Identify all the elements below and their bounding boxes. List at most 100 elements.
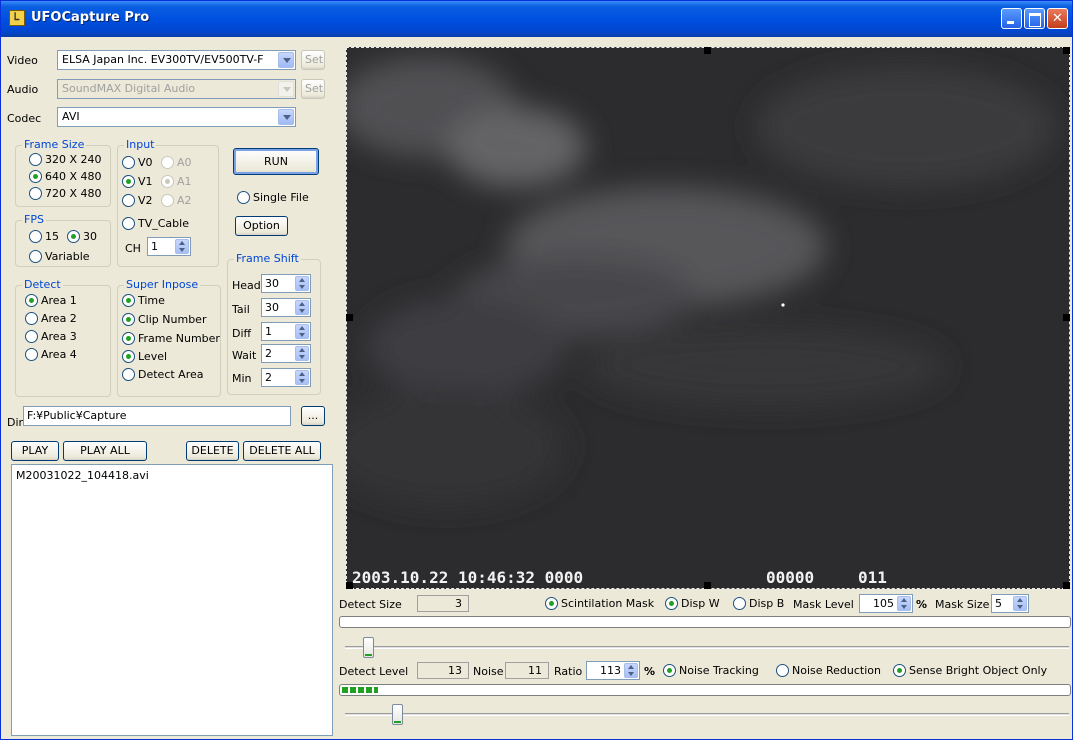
input-a0[interactable]: A0: [161, 156, 192, 171]
disp-w-radio[interactable]: Disp W: [665, 597, 720, 612]
disp-b-radio[interactable]: Disp B: [733, 597, 784, 612]
mask-size-stepper[interactable]: 5: [991, 594, 1029, 613]
detect-area-1[interactable]: Area 1: [25, 294, 77, 309]
codec-value: AVI: [62, 110, 80, 123]
inpose-frame-number[interactable]: Frame Number: [122, 332, 220, 347]
wait-label: Wait: [232, 349, 257, 362]
spin-arrows-icon[interactable]: [175, 239, 189, 254]
video-select[interactable]: ELSA Japan Inc. EV300TV/EV500TV-F: [57, 50, 296, 70]
sense-bright-radio[interactable]: Sense Bright Object Only: [893, 664, 1047, 679]
detect-level-value: 13: [417, 662, 469, 679]
mask-level-stepper[interactable]: 105: [859, 594, 913, 613]
frame-size-720-label: 720 X 480: [45, 187, 102, 200]
head-value: 30: [265, 277, 279, 290]
detect-size-slider-track[interactable]: [345, 646, 1069, 649]
resize-handle[interactable]: [704, 47, 711, 54]
detect-size-slider-thumb[interactable]: [363, 637, 374, 658]
detect-area-2[interactable]: Area 2: [25, 312, 77, 327]
chevron-down-icon[interactable]: [278, 81, 294, 97]
resize-handle[interactable]: [1063, 314, 1070, 321]
app-icon: Ꮮ: [9, 10, 25, 26]
spin-arrows-icon[interactable]: [1013, 596, 1027, 611]
spin-arrows-icon[interactable]: [295, 300, 309, 315]
file-list[interactable]: M20031022_104418.avi: [11, 464, 333, 736]
video-preview[interactable]: 2003.10.22 10:46:32 0000 00000 011: [346, 47, 1070, 589]
list-item[interactable]: M20031022_104418.avi: [16, 469, 149, 482]
maximize-button[interactable]: [1024, 8, 1045, 29]
wait-stepper[interactable]: 2: [261, 344, 311, 363]
inpose-level[interactable]: Level: [122, 350, 167, 365]
dir-input[interactable]: F:¥Public¥Capture: [23, 406, 291, 426]
single-file-label: Single File: [253, 191, 309, 204]
spin-arrows-icon[interactable]: [295, 324, 309, 339]
ch-stepper[interactable]: 1: [147, 237, 191, 256]
inpose-detect-area[interactable]: Detect Area: [122, 368, 204, 383]
input-v0[interactable]: V0: [122, 156, 153, 171]
audio-set-button[interactable]: Set: [301, 79, 325, 99]
ratio-stepper[interactable]: 113: [586, 661, 640, 680]
delete-button[interactable]: DELETE: [186, 441, 239, 461]
spin-arrows-icon[interactable]: [295, 370, 309, 385]
play-button[interactable]: PLAY: [11, 441, 59, 461]
detect-area-3[interactable]: Area 3: [25, 330, 77, 345]
resize-handle[interactable]: [704, 582, 711, 589]
detect-level-label: Detect Level: [339, 665, 409, 678]
noise-tracking-label: Noise Tracking: [679, 664, 759, 677]
inpose-frame-number-label: Frame Number: [138, 332, 220, 345]
detect-level-slider-track[interactable]: [345, 713, 1069, 716]
frame-size-720[interactable]: 720 X 480: [29, 187, 102, 202]
title-bar[interactable]: Ꮮ UFOCapture Pro ✕: [1, 1, 1072, 37]
spin-arrows-icon[interactable]: [897, 596, 911, 611]
radio-icon: [776, 664, 789, 677]
noise-tracking-radio[interactable]: Noise Tracking: [663, 664, 759, 679]
play-all-button[interactable]: PLAY ALL: [63, 441, 147, 461]
noise-reduction-radio[interactable]: Noise Reduction: [776, 664, 881, 679]
input-a2[interactable]: A2: [161, 194, 192, 209]
spin-arrows-icon[interactable]: [624, 663, 638, 678]
option-button[interactable]: Option: [235, 216, 288, 236]
scintillation-mask-radio[interactable]: Scintilation Mask: [545, 597, 654, 612]
close-icon: ✕: [1052, 11, 1063, 26]
input-tv-cable[interactable]: TV_Cable: [122, 217, 189, 232]
inpose-time[interactable]: Time: [122, 294, 165, 309]
fps-15[interactable]: 15: [29, 230, 59, 245]
detect-area-4[interactable]: Area 4: [25, 348, 77, 363]
radio-icon: [161, 156, 174, 169]
diff-stepper[interactable]: 1: [261, 322, 311, 341]
chevron-down-icon[interactable]: [278, 52, 294, 68]
run-button[interactable]: RUN: [233, 148, 319, 175]
delete-all-button[interactable]: DELETE ALL: [243, 441, 321, 461]
tail-stepper[interactable]: 30: [261, 298, 311, 317]
input-a1[interactable]: A1: [161, 175, 192, 190]
spin-arrows-icon[interactable]: [295, 276, 309, 291]
input-v0-label: V0: [138, 156, 153, 169]
audio-select[interactable]: SoundMAX Digital Audio: [57, 79, 296, 99]
video-set-button[interactable]: Set: [301, 50, 325, 70]
spin-arrows-icon[interactable]: [295, 346, 309, 361]
close-button[interactable]: ✕: [1047, 8, 1068, 29]
fps-variable[interactable]: Variable: [29, 250, 90, 265]
single-file-radio[interactable]: Single File: [237, 191, 309, 206]
browse-button[interactable]: ...: [301, 406, 325, 426]
input-v1[interactable]: V1: [122, 175, 153, 190]
resize-handle[interactable]: [1063, 582, 1070, 589]
fps-30[interactable]: 30: [67, 230, 97, 245]
radio-icon: [665, 597, 678, 610]
inpose-clip-number[interactable]: Clip Number: [122, 313, 206, 328]
input-v2[interactable]: V2: [122, 194, 153, 209]
detect-level-slider-thumb[interactable]: [392, 704, 403, 725]
radio-icon: [733, 597, 746, 610]
frame-size-640[interactable]: 640 X 480: [29, 170, 102, 185]
head-stepper[interactable]: 30: [261, 274, 311, 293]
frame-size-320[interactable]: 320 X 240: [29, 153, 102, 168]
chevron-down-icon[interactable]: [278, 109, 294, 125]
ratio-percent: %: [644, 665, 656, 678]
codec-select[interactable]: AVI: [57, 107, 296, 127]
radio-icon: [122, 175, 135, 188]
tail-value: 30: [265, 301, 279, 314]
min-stepper[interactable]: 2: [261, 368, 311, 387]
resize-handle[interactable]: [1063, 47, 1070, 54]
minimize-button[interactable]: [1001, 8, 1022, 29]
detect-level-bar-fill: [342, 687, 378, 693]
resize-handle[interactable]: [346, 314, 353, 321]
